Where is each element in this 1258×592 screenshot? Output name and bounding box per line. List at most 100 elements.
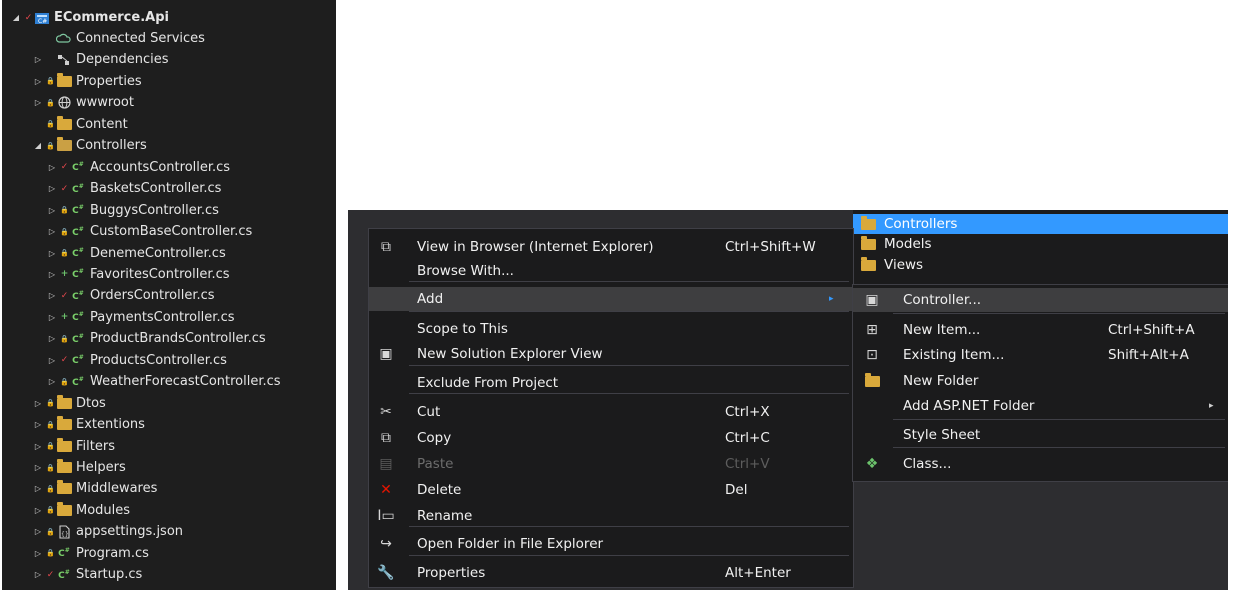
- menu-item-rename[interactable]: I▭ Rename: [369, 504, 853, 528]
- tree-item[interactable]: ▷ 🔒 {} appsettings.json: [32, 521, 336, 542]
- tree-item[interactable]: ▷ 🔒 Helpers: [32, 457, 336, 478]
- menu-item-label: Paste: [417, 456, 454, 472]
- expanded-arrow-icon[interactable]: ◢: [32, 141, 44, 150]
- tree-item[interactable]: ▷ ✓ C# Startup.cs: [32, 564, 336, 585]
- tree-item[interactable]: ▷ 🔒 Properties: [32, 71, 336, 92]
- menu-item-copy[interactable]: ⧉ Copy Ctrl+C: [369, 426, 853, 450]
- menu-item-label: New Item...: [903, 322, 981, 338]
- dependencies-icon: [55, 53, 73, 67]
- collapsed-arrow-icon[interactable]: ▷: [32, 549, 44, 558]
- folder-popup-item-views[interactable]: Views: [861, 255, 923, 275]
- menu-item-properties[interactable]: 🔧 Properties Alt+Enter: [369, 561, 853, 585]
- tree-item[interactable]: ▷ 🔒 Modules: [32, 500, 336, 521]
- collapsed-arrow-icon[interactable]: ▷: [32, 463, 44, 472]
- plus-status-icon: +: [60, 312, 69, 323]
- collapsed-arrow-icon[interactable]: ▷: [32, 98, 44, 107]
- expanded-arrow-icon[interactable]: ◢: [10, 13, 22, 22]
- menu-item-new-solution-explorer-view[interactable]: ▣ New Solution Explorer View: [369, 342, 853, 366]
- tree-item[interactable]: ▷ 🔒 C# Program.cs: [32, 543, 336, 564]
- collapsed-arrow-icon[interactable]: ▷: [46, 249, 58, 258]
- menu-item-shortcut: Ctrl+X: [725, 404, 770, 420]
- tree-item[interactable]: ▷ 🔒 C# CustomBaseController.cs: [46, 221, 336, 242]
- collapsed-arrow-icon[interactable]: ▷: [32, 55, 44, 64]
- open-folder-arrow-icon: ↪: [380, 536, 392, 552]
- tree-item-label: wwwroot: [76, 95, 134, 111]
- submenu-item-add-asp-net-folder[interactable]: Add ASP.NET Folder ▸: [853, 394, 1228, 418]
- tree-item[interactable]: ▷ 🔒 Filters: [32, 436, 336, 457]
- menu-separator: [893, 313, 1225, 314]
- tree-item[interactable]: ◢ 🔒 Controllers: [32, 135, 336, 156]
- menu-item-label: Exclude From Project: [417, 375, 559, 391]
- menu-item-open-folder-in-file-explorer[interactable]: ↪ Open Folder in File Explorer: [369, 532, 853, 556]
- submenu-item-style-sheet[interactable]: Style Sheet: [853, 423, 1228, 447]
- tree-item[interactable]: ▷ ✓ C# ProductsController.cs: [46, 350, 336, 371]
- folder-icon: [55, 459, 73, 475]
- tree-item[interactable]: ▷ + C# PaymentsController.cs: [46, 307, 336, 328]
- csharp-file-icon: C#: [72, 268, 84, 281]
- collapsed-arrow-icon[interactable]: ▷: [32, 77, 44, 86]
- tree-item[interactable]: ▷ ✓ C# AccountsController.cs: [46, 157, 336, 178]
- collapsed-arrow-icon[interactable]: ▷: [46, 291, 58, 300]
- collapsed-arrow-icon[interactable]: ▷: [32, 484, 44, 493]
- collapsed-arrow-icon[interactable]: ▷: [32, 506, 44, 515]
- tree-item[interactable]: ▷ 🔒 Extentions: [32, 414, 336, 435]
- tree-item[interactable]: ▷ 🔒 C# WeatherForecastController.cs: [46, 371, 336, 392]
- collapsed-arrow-icon[interactable]: ▷: [46, 334, 58, 343]
- tree-item-label: Startup.cs: [76, 567, 143, 583]
- tree-item[interactable]: ▷ ✓ C# BasketsController.cs: [46, 178, 336, 199]
- collapsed-arrow-icon[interactable]: ▷: [46, 270, 58, 279]
- tree-item[interactable]: Connected Services: [32, 28, 336, 49]
- tree-item-label: Modules: [76, 502, 131, 518]
- menu-item-label: Copy: [417, 430, 452, 446]
- new-view-icon: ▣: [379, 346, 393, 362]
- checkmark-status-icon: ✓: [46, 569, 55, 580]
- lock-status-icon: 🔒: [46, 399, 55, 408]
- svg-text:C#: C#: [38, 18, 47, 25]
- menu-item-label: Existing Item...: [903, 347, 1005, 363]
- menu-item-exclude-from-project[interactable]: Exclude From Project: [369, 371, 853, 395]
- collapsed-arrow-icon[interactable]: ▷: [46, 184, 58, 193]
- submenu-item-new-item[interactable]: ⊞ New Item... Ctrl+Shift+A: [853, 318, 1228, 342]
- menu-item-scope-to-this[interactable]: Scope to This: [369, 317, 853, 341]
- tree-item-label: CustomBaseController.cs: [90, 224, 253, 240]
- collapsed-arrow-icon[interactable]: ▷: [46, 356, 58, 365]
- tree-item[interactable]: ▷ + C# FavoritesController.cs: [46, 264, 336, 285]
- collapsed-arrow-icon[interactable]: ▷: [46, 163, 58, 172]
- tree-item[interactable]: ▷ 🔒 C# BuggysController.cs: [46, 200, 336, 221]
- collapsed-arrow-icon[interactable]: ▷: [46, 206, 58, 215]
- tree-item[interactable]: ▷ 🔒 Dtos: [32, 393, 336, 414]
- plus-status-icon: +: [60, 269, 69, 280]
- folder-popup-item-controllers[interactable]: Controllers: [853, 214, 1228, 234]
- tree-item[interactable]: ▷ Dependencies: [32, 49, 336, 70]
- submenu-item-existing-item[interactable]: ⊡ Existing Item... Shift+Alt+A: [853, 343, 1228, 367]
- tree-item-label: FavoritesController.cs: [90, 266, 230, 282]
- menu-item-cut[interactable]: ✂ Cut Ctrl+X: [369, 400, 853, 424]
- collapsed-arrow-icon[interactable]: ▷: [46, 313, 58, 322]
- collapsed-arrow-icon[interactable]: ▷: [32, 399, 44, 408]
- collapsed-arrow-icon[interactable]: ▷: [32, 442, 44, 451]
- tree-item[interactable]: ▷ ✓ C# OrdersController.cs: [46, 285, 336, 306]
- menu-item-delete[interactable]: ✕ Delete Del: [369, 478, 853, 502]
- tree-item[interactable]: ▷ 🔒 C# ProductBrandsController.cs: [46, 328, 336, 349]
- folder-popup-item-models[interactable]: Models: [861, 234, 932, 254]
- project-node[interactable]: ◢ ✓ C# ECommerce.Api: [10, 7, 336, 28]
- tree-item[interactable]: ▷ 🔒 wwwroot: [32, 92, 336, 113]
- tree-item[interactable]: 🔒 Content: [32, 114, 336, 135]
- csharp-file-icon: C#: [72, 182, 84, 195]
- menu-item-shortcut: Ctrl+C: [725, 430, 770, 446]
- tree-item-label: appsettings.json: [76, 524, 184, 540]
- collapsed-arrow-icon[interactable]: ▷: [32, 420, 44, 429]
- menu-item-browse-with[interactable]: Browse With...: [369, 259, 853, 283]
- submenu-item-class[interactable]: ❖ Class...: [853, 452, 1228, 476]
- submenu-item-new-folder[interactable]: New Folder: [853, 369, 1228, 393]
- globe-icon: [55, 96, 73, 110]
- menu-item-view-in-browser-internet-explorer[interactable]: ⧉ View in Browser (Internet Explorer) Ctrl…: [369, 235, 853, 259]
- collapsed-arrow-icon[interactable]: ▷: [32, 570, 44, 579]
- menu-item-add[interactable]: Add ▸: [369, 287, 853, 311]
- collapsed-arrow-icon[interactable]: ▷: [46, 227, 58, 236]
- collapsed-arrow-icon[interactable]: ▷: [32, 527, 44, 536]
- tree-item[interactable]: ▷ 🔒 Middlewares: [32, 478, 336, 499]
- submenu-item-controller[interactable]: ▣ Controller...: [853, 288, 1228, 312]
- tree-item[interactable]: ▷ 🔒 C# DenemeController.cs: [46, 243, 336, 264]
- collapsed-arrow-icon[interactable]: ▷: [46, 377, 58, 386]
